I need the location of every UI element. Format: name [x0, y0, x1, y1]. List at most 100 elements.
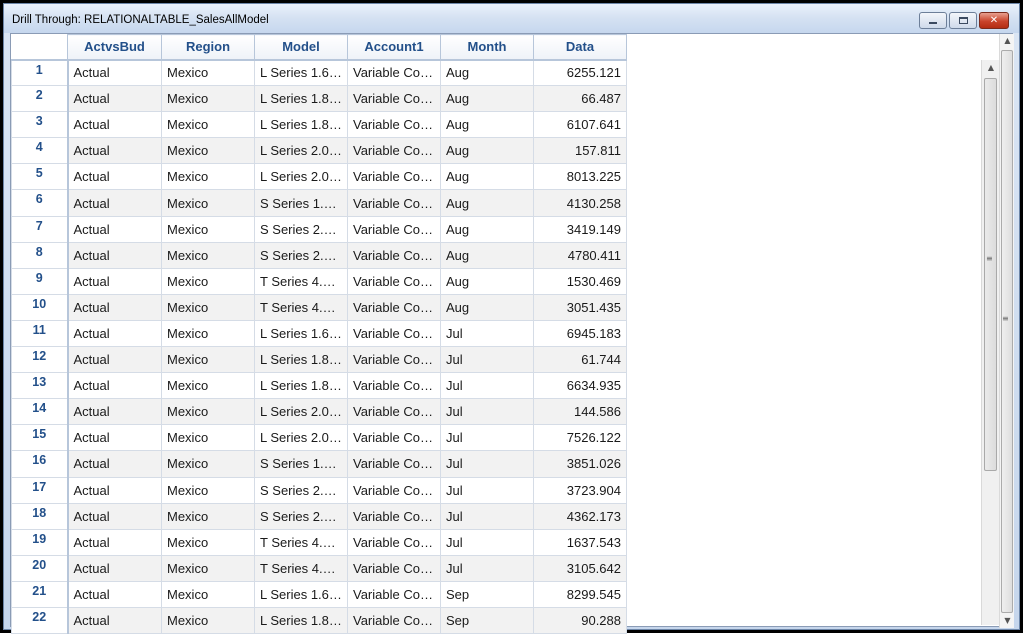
cell-data[interactable]: 6107.641	[533, 111, 627, 139]
cell-actvsbud[interactable]: Actual	[67, 476, 162, 504]
cell-region[interactable]: Mexico	[161, 111, 255, 139]
cell-month[interactable]: Aug	[440, 189, 534, 217]
cell-data[interactable]: 8299.545	[533, 580, 627, 608]
table-row[interactable]: 12 Actual Mexico L Series 1.8… Variable Co… J…	[11, 346, 627, 374]
cell-account1[interactable]: Variable Co…	[347, 528, 441, 556]
cell-account1[interactable]: Variable Co…	[347, 189, 441, 217]
row-number[interactable]: 18	[11, 502, 69, 530]
cell-model[interactable]: S Series 2.…	[254, 476, 348, 504]
cell-data[interactable]: 61.744	[533, 346, 627, 374]
cell-model[interactable]: L Series 1.8…	[254, 85, 348, 113]
cell-region[interactable]: Mexico	[161, 398, 255, 426]
cell-region[interactable]: Mexico	[161, 137, 255, 165]
table-row[interactable]: 20 Actual Mexico T Series 4.… Variable Co… Ju…	[11, 554, 627, 582]
cell-region[interactable]: Mexico	[161, 215, 255, 243]
cell-region[interactable]: Mexico	[161, 85, 255, 113]
row-number[interactable]: 4	[11, 137, 69, 165]
cell-data[interactable]: 144.586	[533, 398, 627, 426]
cell-data[interactable]: 4362.173	[533, 502, 627, 530]
title-bar[interactable]: Drill Through: RELATIONALTABLE_SalesAllM…	[4, 4, 1019, 33]
cell-region[interactable]: Mexico	[161, 346, 255, 374]
cell-model[interactable]: L Series 2.0…	[254, 398, 348, 426]
cell-model[interactable]: L Series 2.0…	[254, 163, 348, 191]
cell-month[interactable]: Jul	[440, 372, 534, 400]
cell-model[interactable]: L Series 1.6…	[254, 58, 348, 87]
cell-data[interactable]: 66.487	[533, 85, 627, 113]
cell-month[interactable]: Jul	[440, 424, 534, 452]
row-number[interactable]: 14	[11, 398, 69, 426]
cell-region[interactable]: Mexico	[161, 319, 255, 348]
row-number[interactable]: 15	[11, 424, 69, 452]
cell-account1[interactable]: Variable Co…	[347, 554, 441, 582]
outer-scroll-thumb[interactable]	[1001, 50, 1013, 613]
cell-actvsbud[interactable]: Actual	[67, 398, 162, 426]
outer-scroll-up-icon[interactable]: ▲	[1000, 34, 1015, 48]
table-row[interactable]: 5 Actual Mexico L Series 2.0… Variable Co… Au…	[11, 163, 627, 191]
row-number[interactable]: 6	[11, 189, 69, 217]
cell-data[interactable]: 4130.258	[533, 189, 627, 217]
cell-region[interactable]: Mexico	[161, 476, 255, 504]
row-number[interactable]: 13	[11, 372, 69, 400]
cell-month[interactable]: Jul	[440, 502, 534, 530]
cell-region[interactable]: Mexico	[161, 189, 255, 217]
cell-data[interactable]: 4780.411	[533, 241, 627, 269]
row-number[interactable]: 3	[11, 111, 69, 139]
row-number[interactable]: 11	[11, 319, 69, 348]
table-row[interactable]: 6 Actual Mexico S Series 1.… Variable Co… Aug…	[11, 189, 627, 217]
cell-month[interactable]: Jul	[440, 476, 534, 504]
cell-region[interactable]: Mexico	[161, 424, 255, 452]
cell-actvsbud[interactable]: Actual	[67, 319, 162, 348]
cell-region[interactable]: Mexico	[161, 554, 255, 582]
cell-model[interactable]: S Series 2.…	[254, 502, 348, 530]
cell-account1[interactable]: Variable Co…	[347, 398, 441, 426]
row-number[interactable]: 7	[11, 215, 69, 243]
column-header-account1[interactable]: Account1	[347, 34, 441, 61]
scroll-thumb[interactable]	[984, 78, 997, 471]
cell-region[interactable]: Mexico	[161, 528, 255, 556]
cell-account1[interactable]: Variable Co…	[347, 476, 441, 504]
cell-month[interactable]: Sep	[440, 606, 534, 634]
cell-month[interactable]: Aug	[440, 163, 534, 191]
column-header-model[interactable]: Model	[254, 34, 348, 61]
scroll-up-icon[interactable]: ▲	[982, 60, 1000, 76]
cell-account1[interactable]: Variable Co…	[347, 319, 441, 348]
cell-actvsbud[interactable]: Actual	[67, 528, 162, 556]
table-row[interactable]: 19 Actual Mexico T Series 4.… Variable Co… Ju…	[11, 528, 627, 556]
cell-actvsbud[interactable]: Actual	[67, 372, 162, 400]
cell-actvsbud[interactable]: Actual	[67, 424, 162, 452]
cell-actvsbud[interactable]: Actual	[67, 267, 162, 295]
cell-month[interactable]: Jul	[440, 319, 534, 348]
corner-cell[interactable]	[11, 34, 68, 61]
cell-region[interactable]: Mexico	[161, 267, 255, 295]
table-row[interactable]: 17 Actual Mexico S Series 2.… Variable Co… Ju…	[11, 476, 627, 504]
cell-actvsbud[interactable]: Actual	[67, 163, 162, 191]
cell-model[interactable]: L Series 1.6…	[254, 319, 348, 348]
column-header-actvsbud[interactable]: ActvsBud	[67, 34, 162, 61]
cell-actvsbud[interactable]: Actual	[67, 450, 162, 478]
cell-data[interactable]: 3105.642	[533, 554, 627, 582]
cell-actvsbud[interactable]: Actual	[67, 189, 162, 217]
cell-account1[interactable]: Variable Co…	[347, 346, 441, 374]
cell-data[interactable]: 7526.122	[533, 424, 627, 452]
table-row[interactable]: 7 Actual Mexico S Series 2.… Variable Co… Aug…	[11, 215, 627, 243]
cell-data[interactable]: 8013.225	[533, 163, 627, 191]
cell-data[interactable]: 3723.904	[533, 476, 627, 504]
cell-account1[interactable]: Variable Co…	[347, 267, 441, 295]
cell-month[interactable]: Aug	[440, 58, 534, 87]
cell-data[interactable]: 3419.149	[533, 215, 627, 243]
cell-month[interactable]: Jul	[440, 528, 534, 556]
cell-model[interactable]: L Series 1.8…	[254, 606, 348, 634]
cell-data[interactable]: 6945.183	[533, 319, 627, 348]
cell-month[interactable]: Jul	[440, 346, 534, 374]
table-row[interactable]: 1 Actual Mexico L Series 1.6… Variable Co… Au…	[11, 58, 627, 87]
cell-month[interactable]: Aug	[440, 215, 534, 243]
row-number[interactable]: 10	[11, 293, 69, 321]
table-row[interactable]: 9 Actual Mexico T Series 4.… Variable Co… Aug…	[11, 267, 627, 295]
table-row[interactable]: 4 Actual Mexico L Series 2.0… Variable Co… Au…	[11, 137, 627, 165]
cell-account1[interactable]: Variable Co…	[347, 606, 441, 634]
cell-model[interactable]: L Series 2.0…	[254, 424, 348, 452]
cell-data[interactable]: 3051.435	[533, 293, 627, 321]
cell-model[interactable]: T Series 4.…	[254, 528, 348, 556]
table-row[interactable]: 8 Actual Mexico S Series 2.… Variable Co… Aug…	[11, 241, 627, 269]
cell-account1[interactable]: Variable Co…	[347, 580, 441, 608]
